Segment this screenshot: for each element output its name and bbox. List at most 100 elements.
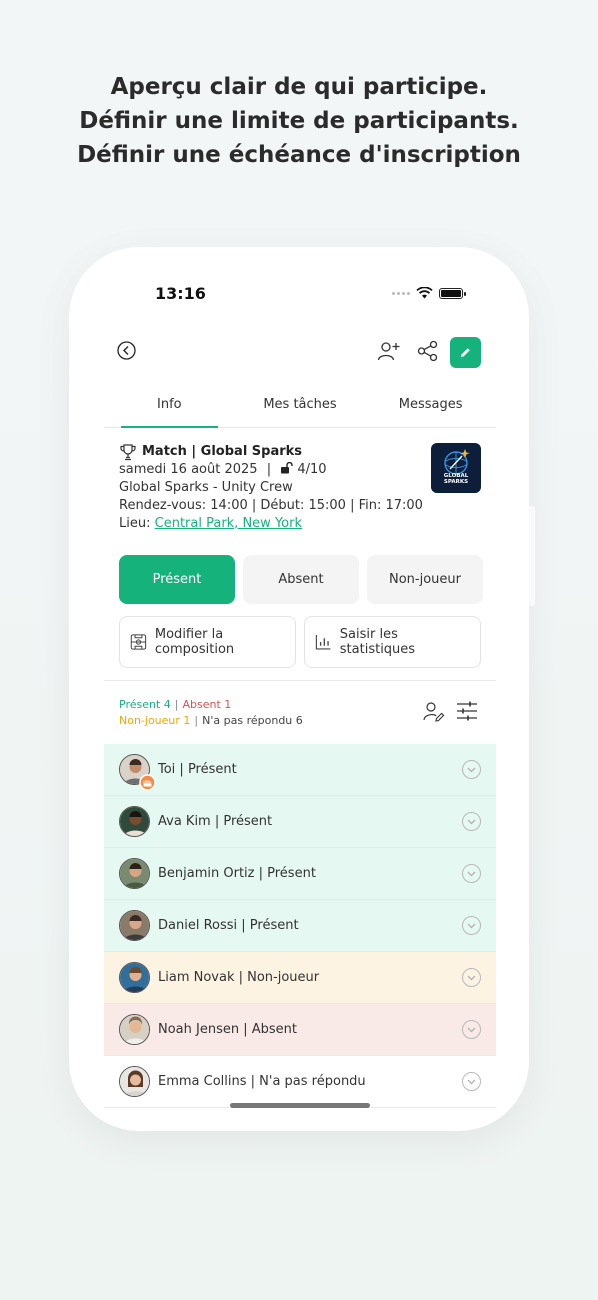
event-capacity: 4/10 [297, 462, 327, 477]
avatar-image [120, 807, 149, 836]
participant-row[interactable]: Ava Kim | Présent [104, 796, 496, 848]
composition-icon [130, 634, 147, 650]
event-teams: Global Sparks - Unity Crew [119, 480, 293, 495]
top-bar [69, 335, 529, 369]
participant-list: Toi | Présent Ava Kim | Présent Benjamin… [104, 744, 496, 1108]
chevron-down-icon [467, 1079, 476, 1084]
sparks-logo-graphic [444, 449, 470, 475]
unlock-icon [281, 461, 293, 474]
participant-label: Noah Jensen | Absent [158, 1022, 297, 1037]
chevron-down-icon [467, 871, 476, 876]
participant-label: Daniel Rossi | Présent [158, 918, 299, 933]
event-date-row: samedi 16 août 2025 | 4/10 [119, 461, 327, 477]
participant-label: Liam Novak | Non-joueur [158, 970, 320, 985]
chevron-down-icon [467, 767, 476, 772]
summary-absent: Absent 1 [182, 698, 232, 711]
participant-row[interactable]: Toi | Présent [104, 744, 496, 796]
location-link[interactable]: Central Park, New York [155, 516, 302, 531]
add-user-icon [377, 342, 400, 361]
expand-button[interactable] [462, 812, 481, 831]
avatar [119, 858, 150, 889]
event-details: Match | Global Sparks samedi 16 août 202… [119, 443, 449, 533]
avatar-image [120, 1067, 149, 1096]
add-participant-button[interactable] [377, 340, 401, 362]
summary-present: Présent 4 [119, 698, 171, 711]
tab-bar: Info Mes tâches Messages [104, 387, 496, 428]
chevron-down-icon [467, 975, 476, 980]
participant-row[interactable]: Emma Collins | N'a pas répondu [104, 1056, 496, 1108]
edit-composition-button[interactable]: Modifier la composition [119, 616, 296, 668]
avatar [119, 1014, 150, 1045]
summary-no-reply: N'a pas répondu 6 [202, 714, 303, 727]
event-date: samedi 16 août 2025 [119, 462, 258, 477]
tab-tasks[interactable]: Mes tâches [235, 387, 366, 427]
battery-icon [439, 287, 466, 299]
expand-button[interactable] [462, 916, 481, 935]
attendance-summary: Présent 4 | Absent 1 Non-joueur 1 | N'a pas … [119, 698, 303, 727]
tab-info[interactable]: Info [104, 387, 235, 428]
sliders-icon [457, 701, 477, 721]
team-logo: GLOBAL SPARKS [431, 443, 481, 493]
headline-line-2: Définir une limite de participants. [79, 108, 519, 134]
share-icon [417, 340, 438, 362]
expand-button[interactable] [462, 968, 481, 987]
wifi-icon [416, 287, 433, 299]
headline-line-1: Aperçu clair de qui participe. [110, 74, 488, 100]
expand-button[interactable] [462, 864, 481, 883]
share-button[interactable] [417, 340, 439, 362]
logo-text-line-2: SPARKS [443, 479, 469, 485]
avatar-image [120, 911, 149, 940]
chevron-down-icon [467, 819, 476, 824]
avatar [119, 1066, 150, 1097]
avatar-image [120, 859, 149, 888]
phone-side-button [529, 506, 535, 606]
status-time: 13:16 [155, 284, 206, 303]
event-location-row: Lieu: Central Park, New York [119, 515, 449, 533]
back-button[interactable] [117, 341, 136, 360]
expand-button[interactable] [462, 1020, 481, 1039]
participant-label: Ava Kim | Présent [158, 814, 273, 829]
avatar [119, 962, 150, 993]
phone-frame: 13:16 Info Mes tâches Messages Match | G… [69, 247, 529, 1131]
filter-button[interactable] [456, 701, 478, 721]
participant-row[interactable]: Daniel Rossi | Présent [104, 900, 496, 952]
expand-button[interactable] [462, 760, 481, 779]
edit-button[interactable] [450, 337, 481, 368]
avatar-image [120, 963, 149, 992]
chevron-down-icon [467, 1027, 476, 1032]
chevron-down-icon [467, 923, 476, 928]
headline: Aperçu clair de qui participe. Définir u… [0, 70, 598, 172]
event-title-row: Match | Global Sparks [119, 443, 449, 461]
non-player-button[interactable]: Non-joueur [367, 555, 483, 604]
participant-row[interactable]: Benjamin Ortiz | Présent [104, 848, 496, 900]
manage-participants-button[interactable] [423, 701, 445, 723]
avatar-image [120, 1015, 149, 1044]
location-label: Lieu: [119, 516, 151, 531]
summary-non-player: Non-joueur 1 [119, 714, 191, 727]
participant-label: Toi | Présent [158, 762, 237, 777]
headline-line-3: Définir une échéance d'inscription [77, 142, 521, 168]
home-indicator [230, 1103, 370, 1108]
captain-badge-icon [139, 774, 156, 791]
absent-button[interactable]: Absent [243, 555, 359, 604]
signal-icon [392, 291, 410, 295]
tab-messages[interactable]: Messages [365, 387, 496, 427]
user-edit-icon [423, 702, 445, 722]
event-title: Match | Global Sparks [142, 444, 303, 459]
back-icon [117, 341, 136, 360]
enter-statistics-button[interactable]: Saisir les statistiques [304, 616, 481, 668]
participant-row[interactable]: Noah Jensen | Absent [104, 1004, 496, 1056]
pencil-icon [461, 348, 470, 357]
logo-text: GLOBAL SPARKS [431, 473, 481, 485]
edit-composition-label: Modifier la composition [154, 627, 235, 657]
expand-button[interactable] [462, 1072, 481, 1091]
present-button[interactable]: Présent [119, 555, 235, 604]
participant-row[interactable]: Liam Novak | Non-joueur [104, 952, 496, 1004]
trophy-icon [120, 443, 136, 460]
enter-statistics-label: Saisir les statistiques [339, 627, 416, 657]
action-buttons: Modifier la composition Saisir les stati… [119, 616, 481, 668]
avatar [119, 806, 150, 837]
participant-label: Benjamin Ortiz | Présent [158, 866, 316, 881]
avatar [119, 910, 150, 941]
event-times: Rendez-vous: 14:00 | Début: 15:00 | Fin:… [119, 498, 423, 513]
